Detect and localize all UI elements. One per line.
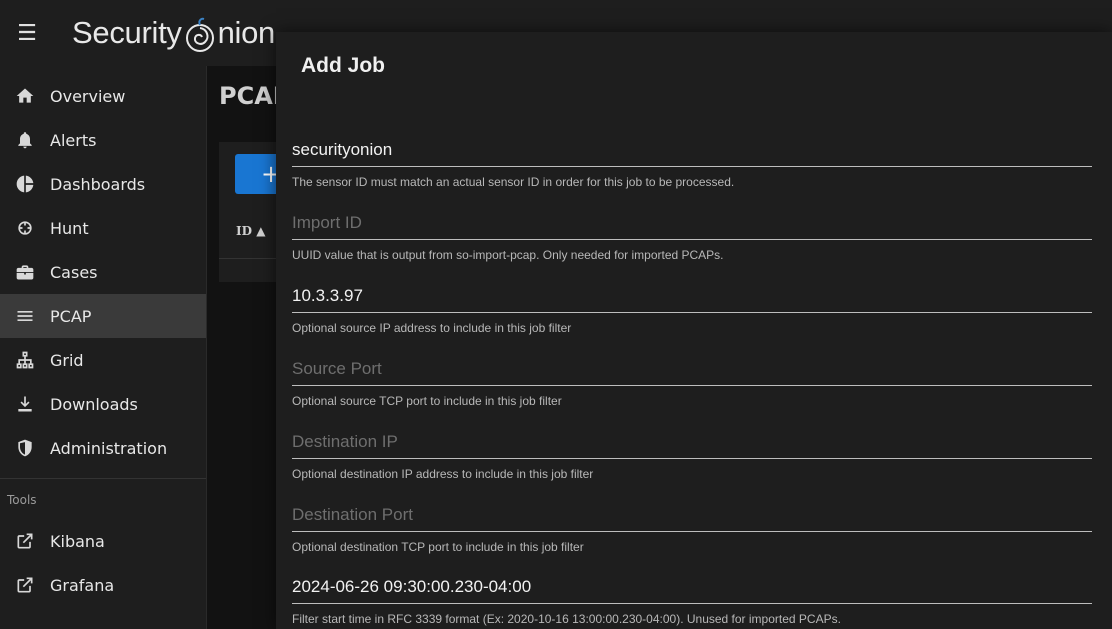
sidebar-item-hunt[interactable]: Hunt: [0, 206, 206, 250]
sidebar-item-label: Grafana: [50, 575, 115, 595]
shield-icon: [0, 438, 50, 458]
destination-ip-field: Destination IP Optional destination IP a…: [292, 425, 1092, 481]
sidebar-item-downloads[interactable]: Downloads: [0, 382, 206, 426]
source-ip-hint: Optional source IP address to include in…: [292, 321, 572, 335]
home-icon: [0, 86, 50, 106]
tools-section-label: Tools: [7, 493, 37, 507]
logo-text-left: Security: [72, 15, 182, 50]
id-column-header[interactable]: ID ▲: [236, 224, 265, 238]
logo-text-right: nion: [217, 15, 276, 50]
sidebar-item-label: Downloads: [50, 394, 138, 414]
menu-icon[interactable]: ☰: [0, 21, 54, 46]
sidebar-item-kibana[interactable]: Kibana: [0, 519, 206, 563]
sidebar-item-label: Alerts: [50, 130, 97, 150]
list-icon: [0, 306, 50, 326]
start-time-input[interactable]: 2024-06-26 09:30:00.230-04:00: [292, 570, 1092, 604]
sidebar: Overview Alerts Dashboards Hunt Cases PC…: [0, 66, 207, 629]
sidebar-item-label: Kibana: [50, 531, 105, 551]
bell-icon: [0, 130, 50, 150]
destination-port-hint: Optional destination TCP port to include…: [292, 540, 584, 554]
sidebar-item-grafana[interactable]: Grafana: [0, 563, 206, 607]
sidebar-item-administration[interactable]: Administration: [0, 426, 206, 470]
import-id-field: Import ID UUID value that is output from…: [292, 206, 1092, 262]
import-id-input[interactable]: Import ID: [292, 206, 1092, 240]
logo[interactable]: Security nion: [72, 15, 276, 52]
source-port-hint: Optional source TCP port to include in t…: [292, 394, 562, 408]
sidebar-item-label: Grid: [50, 350, 84, 370]
sensor-id-hint: The sensor ID must match an actual senso…: [292, 175, 735, 189]
destination-port-input[interactable]: Destination Port: [292, 498, 1092, 532]
source-port-field: Source Port Optional source TCP port to …: [292, 352, 1092, 408]
sidebar-item-label: Dashboards: [50, 174, 146, 194]
start-time-hint: Filter start time in RFC 3339 format (Ex…: [292, 612, 841, 626]
sidebar-item-pcap[interactable]: PCAP: [0, 294, 206, 338]
sidebar-item-alerts[interactable]: Alerts: [0, 118, 206, 162]
sidebar-item-label: Administration: [50, 438, 168, 458]
import-id-hint: UUID value that is output from so-import…: [292, 248, 724, 262]
destination-port-field: Destination Port Optional destination TC…: [292, 498, 1092, 554]
sitemap-icon: [0, 350, 50, 370]
onion-logo-icon: [185, 17, 214, 52]
sidebar-item-label: Overview: [50, 86, 126, 106]
source-ip-input[interactable]: 10.3.3.97: [292, 279, 1092, 313]
sidebar-item-label: Cases: [50, 262, 98, 282]
download-icon: [0, 394, 50, 414]
external-link-icon: [0, 531, 50, 551]
sensor-id-input[interactable]: securityonion: [292, 133, 1092, 167]
start-time-field: 2024-06-26 09:30:00.230-04:00 Filter sta…: [292, 570, 1092, 626]
sidebar-item-label: Hunt: [50, 218, 89, 238]
sidebar-item-overview[interactable]: Overview: [0, 74, 206, 118]
external-link-icon: [0, 575, 50, 595]
destination-ip-input[interactable]: Destination IP: [292, 425, 1092, 459]
sidebar-item-dashboards[interactable]: Dashboards: [0, 162, 206, 206]
source-port-input[interactable]: Source Port: [292, 352, 1092, 386]
sensor-id-field: securityonion The sensor ID must match a…: [292, 133, 1092, 189]
sidebar-item-label: PCAP: [50, 306, 92, 326]
source-ip-field: 10.3.3.97 Optional source IP address to …: [292, 279, 1092, 335]
dialog-title: Add Job: [301, 54, 385, 77]
briefcase-icon: [0, 262, 50, 282]
sidebar-item-grid[interactable]: Grid: [0, 338, 206, 382]
crosshairs-icon: [0, 218, 50, 238]
sidebar-divider: [0, 478, 206, 479]
add-job-dialog: Add Job securityonion The sensor ID must…: [276, 32, 1112, 629]
destination-ip-hint: Optional destination IP address to inclu…: [292, 467, 594, 481]
pie-chart-icon: [0, 174, 50, 194]
sidebar-item-cases[interactable]: Cases: [0, 250, 206, 294]
